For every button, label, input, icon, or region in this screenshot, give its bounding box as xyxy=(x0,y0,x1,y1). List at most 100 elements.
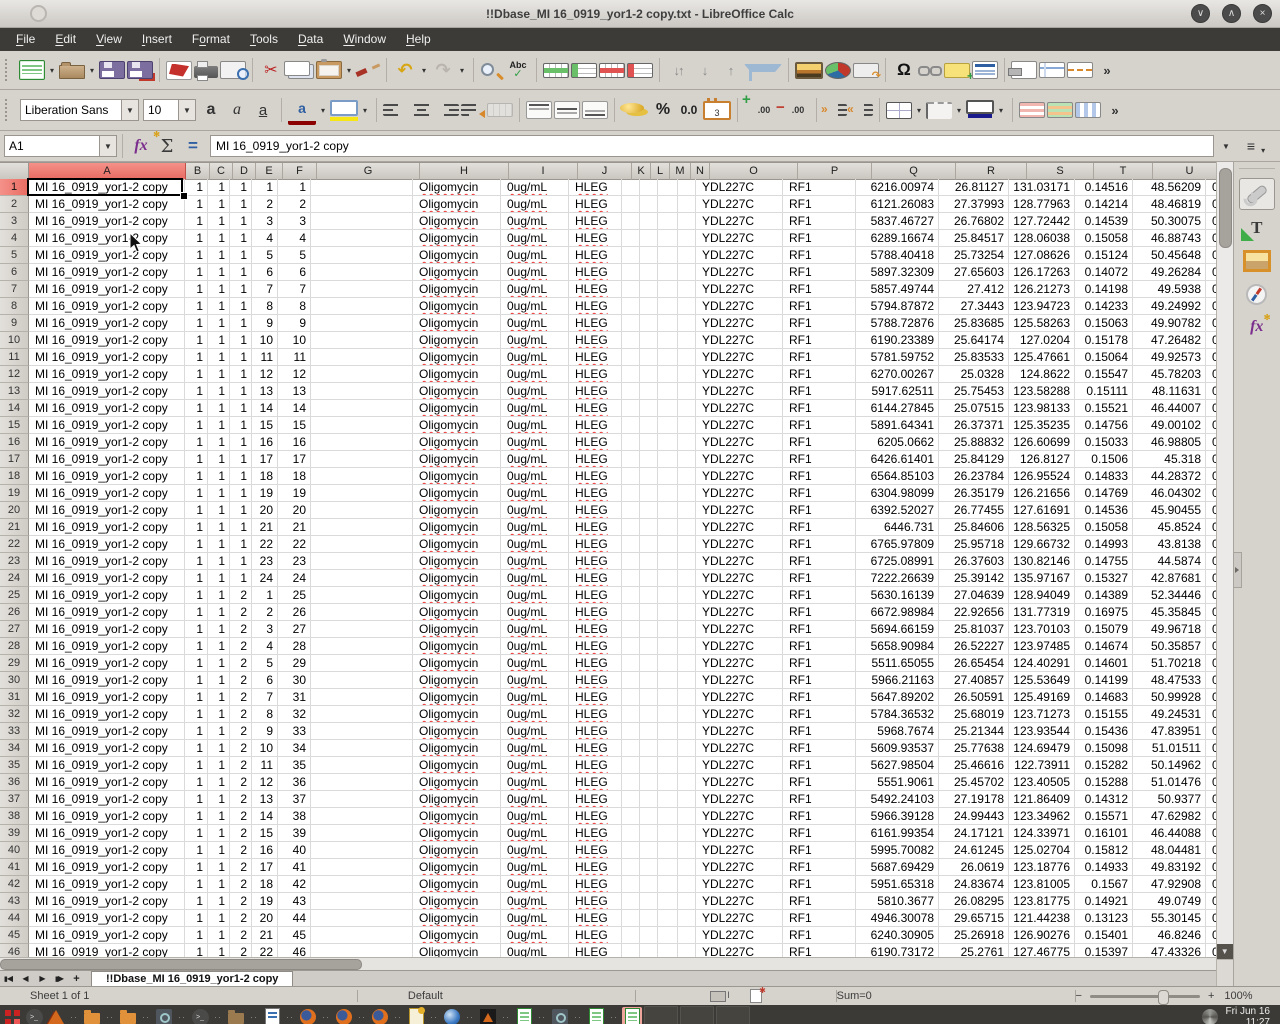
cell-N18[interactable] xyxy=(678,468,696,485)
cell-F24[interactable]: 24 xyxy=(278,570,311,587)
cell-I12[interactable]: 0ug/mL xyxy=(501,366,569,383)
cell-J16[interactable]: HLEG xyxy=(569,434,622,451)
cell-V28[interactable]: 0. xyxy=(1206,638,1216,655)
formula-input[interactable] xyxy=(211,139,1213,153)
column-header-G[interactable]: G xyxy=(317,163,420,180)
cell-O37[interactable]: YDL227C xyxy=(696,791,783,808)
functions-icon[interactable]: fx xyxy=(1240,312,1274,342)
titlebar[interactable]: !!Dbase_MI 16_0919_yor1-2 copy.txt - Lib… xyxy=(0,0,1280,28)
cell-S37[interactable]: 121.86409 xyxy=(1009,791,1075,808)
export-pdf-icon[interactable] xyxy=(166,61,192,80)
cell-A23[interactable]: MI 16_0919_yor1-2 copy xyxy=(29,553,185,570)
cell-G24[interactable] xyxy=(311,570,413,587)
cell-S12[interactable]: 124.8622 xyxy=(1009,366,1075,383)
cell-H43[interactable]: Oligomycin xyxy=(413,893,501,910)
cell-A13[interactable]: MI 16_0919_yor1-2 copy xyxy=(29,383,185,400)
cell-K2[interactable] xyxy=(622,196,640,213)
cell-B41[interactable]: 1 xyxy=(185,859,208,876)
cell-N41[interactable] xyxy=(678,859,696,876)
cell-I34[interactable]: 0ug/mL xyxy=(501,740,569,757)
cell-H25[interactable]: Oligomycin xyxy=(413,587,501,604)
cell-C28[interactable]: 1 xyxy=(208,638,230,655)
row-header-32[interactable]: 32 xyxy=(0,706,29,723)
cell-H10[interactable]: Oligomycin xyxy=(413,332,501,349)
cell-G13[interactable] xyxy=(311,383,413,400)
cell-N12[interactable] xyxy=(678,366,696,383)
cell-J9[interactable]: HLEG xyxy=(569,315,622,332)
cell-D21[interactable]: 1 xyxy=(230,519,252,536)
cell-M13[interactable] xyxy=(658,383,678,400)
cell-D8[interactable]: 1 xyxy=(230,298,252,315)
cell-Q10[interactable]: 6190.23389 xyxy=(856,332,939,349)
zoom-slider[interactable] xyxy=(1090,995,1200,998)
cell-R6[interactable]: 27.65603 xyxy=(939,264,1009,281)
cell-B3[interactable]: 1 xyxy=(185,213,208,230)
cell-V43[interactable]: 0. xyxy=(1206,893,1216,910)
cell-S17[interactable]: 126.8127 xyxy=(1009,451,1075,468)
cell-C7[interactable]: 1 xyxy=(208,281,230,298)
sidebar-collapse-icon[interactable] xyxy=(1233,552,1242,588)
cell-C27[interactable]: 1 xyxy=(208,621,230,638)
add-decimal-icon[interactable]: .00 xyxy=(744,97,776,123)
cell-E30[interactable]: 6 xyxy=(252,672,278,689)
cell-J14[interactable]: HLEG xyxy=(569,400,622,417)
cell-V13[interactable]: 0. xyxy=(1206,383,1216,400)
cell-P44[interactable]: RF1 xyxy=(783,910,856,927)
add-sheet-icon[interactable]: + xyxy=(68,971,85,986)
borders-dropdown-icon[interactable]: ▾ xyxy=(914,97,924,123)
cell-F18[interactable]: 18 xyxy=(278,468,311,485)
cell-D10[interactable]: 1 xyxy=(230,332,252,349)
cell-U4[interactable]: 46.88743 xyxy=(1133,230,1206,247)
cell-O46[interactable]: YDL227C xyxy=(696,944,783,957)
cell-K21[interactable] xyxy=(622,519,640,536)
cell-J44[interactable]: HLEG xyxy=(569,910,622,927)
cell-G36[interactable] xyxy=(311,774,413,791)
cell-O25[interactable]: YDL227C xyxy=(696,587,783,604)
cell-I27[interactable]: 0ug/mL xyxy=(501,621,569,638)
cell-T4[interactable]: 0.15058 xyxy=(1075,230,1133,247)
cell-U7[interactable]: 49.5938 xyxy=(1133,281,1206,298)
cell-E29[interactable]: 5 xyxy=(252,655,278,672)
cell-R43[interactable]: 26.08295 xyxy=(939,893,1009,910)
cell-Q5[interactable]: 5788.40418 xyxy=(856,247,939,264)
row-header-11[interactable]: 11 xyxy=(0,349,29,366)
cell-D37[interactable]: 2 xyxy=(230,791,252,808)
cell-R41[interactable]: 26.0619 xyxy=(939,859,1009,876)
cell-D41[interactable]: 2 xyxy=(230,859,252,876)
cell-V36[interactable]: 0. xyxy=(1206,774,1216,791)
cell-Q27[interactable]: 5694.66159 xyxy=(856,621,939,638)
cell-T22[interactable]: 0.14993 xyxy=(1075,536,1133,553)
cell-V11[interactable]: 0. xyxy=(1206,349,1216,366)
cell-V20[interactable]: 0. xyxy=(1206,502,1216,519)
cell-M41[interactable] xyxy=(658,859,678,876)
cell-I18[interactable]: 0ug/mL xyxy=(501,468,569,485)
cell-G38[interactable] xyxy=(311,808,413,825)
cell-M25[interactable] xyxy=(658,587,678,604)
cell-G7[interactable] xyxy=(311,281,413,298)
cell-G26[interactable] xyxy=(311,604,413,621)
cell-O19[interactable]: YDL227C xyxy=(696,485,783,502)
cell-T33[interactable]: 0.15436 xyxy=(1075,723,1133,740)
row-header-42[interactable]: 42 xyxy=(0,876,29,893)
cell-M11[interactable] xyxy=(658,349,678,366)
autofilter-icon[interactable] xyxy=(744,64,782,72)
cell-K25[interactable] xyxy=(622,587,640,604)
cell-B32[interactable]: 1 xyxy=(185,706,208,723)
row-header-26[interactable]: 26 xyxy=(0,604,29,621)
cell-N13[interactable] xyxy=(678,383,696,400)
cell-D11[interactable]: 1 xyxy=(230,349,252,366)
cell-O5[interactable]: YDL227C xyxy=(696,247,783,264)
taskbar-item-matlab[interactable] xyxy=(46,1007,66,1024)
horizontal-scrollbar[interactable] xyxy=(0,957,1216,970)
cell-B40[interactable]: 1 xyxy=(185,842,208,859)
cell-S13[interactable]: 123.58288 xyxy=(1009,383,1075,400)
cell-H24[interactable]: Oligomycin xyxy=(413,570,501,587)
cell-D2[interactable]: 1 xyxy=(230,196,252,213)
cell-G35[interactable] xyxy=(311,757,413,774)
sidebar-settings-icon[interactable]: ≡ xyxy=(1247,138,1263,154)
border-style-icon[interactable] xyxy=(926,102,952,119)
cell-I15[interactable]: 0ug/mL xyxy=(501,417,569,434)
cell-P9[interactable]: RF1 xyxy=(783,315,856,332)
cell-Q19[interactable]: 6304.98099 xyxy=(856,485,939,502)
cell-J46[interactable]: HLEG xyxy=(569,944,622,957)
